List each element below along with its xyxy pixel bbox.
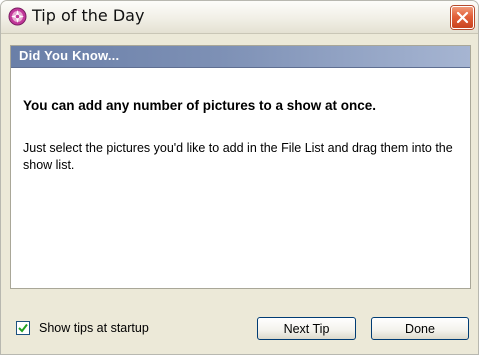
- tip-header-band: Did You Know...: [11, 46, 470, 68]
- tip-of-the-day-dialog: Tip of the Day Did You Know... You can a…: [0, 0, 479, 355]
- tip-panel: Did You Know... You can add any number o…: [10, 45, 471, 289]
- close-button[interactable]: [451, 6, 474, 29]
- done-button[interactable]: Done: [371, 317, 469, 340]
- show-tips-checkbox[interactable]: [16, 321, 30, 335]
- next-tip-button[interactable]: Next Tip: [257, 317, 356, 340]
- window-title: Tip of the Day: [32, 6, 145, 25]
- app-logo-icon: [8, 7, 27, 26]
- tip-heading: You can add any number of pictures to a …: [23, 98, 377, 113]
- show-tips-label: Show tips at startup: [39, 321, 149, 335]
- tip-header: Did You Know...: [19, 48, 120, 63]
- show-tips-toggle[interactable]: Show tips at startup: [16, 318, 149, 338]
- checkmark-icon: [18, 323, 28, 333]
- tip-body: Just select the pictures you'd like to a…: [23, 141, 453, 172]
- title-bar[interactable]: Tip of the Day: [1, 1, 478, 34]
